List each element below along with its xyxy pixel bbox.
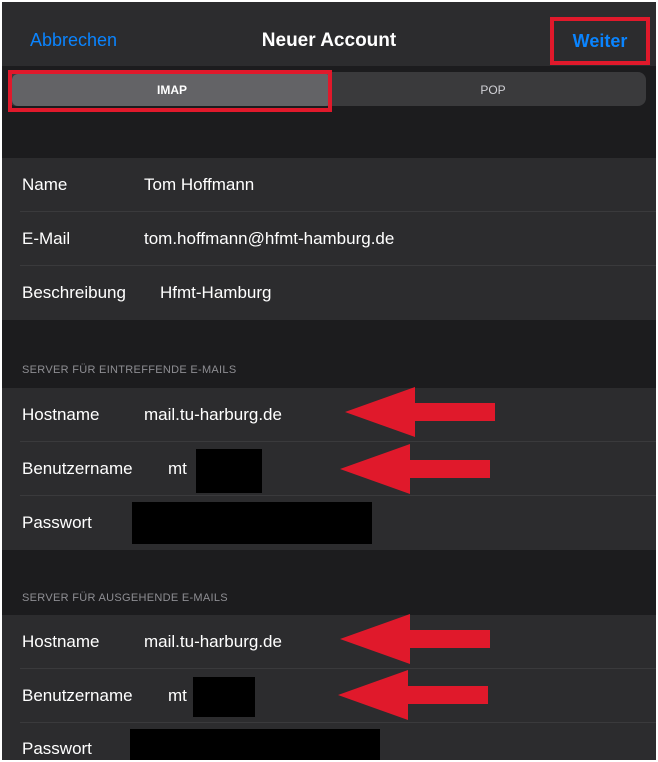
incoming-password-label: Passwort bbox=[22, 513, 92, 532]
incoming-section-header: SERVER FÜR EINTREFFENDE E-MAILS bbox=[22, 364, 237, 376]
incoming-password-field[interactable] bbox=[132, 502, 372, 544]
outgoing-section-header: SERVER FÜR AUSGEHENDE E-MAILS bbox=[22, 592, 228, 604]
navigation-bar: Abbrechen Neuer Account Weiter bbox=[0, 0, 658, 66]
next-button[interactable]: Weiter bbox=[550, 17, 650, 65]
next-button-label: Weiter bbox=[572, 30, 628, 51]
incoming-username-redaction bbox=[196, 449, 262, 493]
email-row[interactable]: E-Mail tom.hoffmann@hfmt-hamburg.de bbox=[0, 212, 658, 266]
arrow-left-icon bbox=[345, 387, 495, 437]
name-field[interactable]: Tom Hoffmann bbox=[144, 175, 254, 195]
name-row[interactable]: Name Tom Hoffmann bbox=[0, 158, 658, 212]
outgoing-username-label: Benutzername bbox=[22, 686, 133, 705]
outgoing-hostname-row[interactable]: Hostname mail.tu-harburg.de bbox=[0, 615, 658, 669]
email-label: E-Mail bbox=[22, 229, 71, 248]
outgoing-username-redaction bbox=[193, 677, 255, 717]
description-field[interactable]: Hfmt-Hamburg bbox=[160, 283, 271, 303]
outgoing-password-row[interactable]: Passwort bbox=[0, 723, 658, 762]
incoming-hostname-row[interactable]: Hostname mail.tu-harburg.de bbox=[0, 388, 658, 442]
outgoing-username-field[interactable]: mt bbox=[168, 686, 187, 706]
arrow-left-icon bbox=[338, 670, 488, 720]
email-field[interactable]: tom.hoffmann@hfmt-hamburg.de bbox=[144, 229, 394, 249]
segment-pop[interactable]: POP bbox=[344, 74, 642, 106]
incoming-password-row[interactable]: Passwort bbox=[0, 496, 658, 550]
incoming-username-field[interactable]: mt bbox=[168, 459, 187, 479]
name-label: Name bbox=[22, 175, 68, 194]
arrow-left-icon bbox=[340, 444, 490, 494]
incoming-username-row[interactable]: Benutzername mt bbox=[0, 442, 658, 496]
incoming-hostname-field[interactable]: mail.tu-harburg.de bbox=[144, 405, 282, 425]
outgoing-password-field[interactable] bbox=[130, 729, 380, 762]
outgoing-hostname-field[interactable]: mail.tu-harburg.de bbox=[144, 632, 282, 652]
segment-pop-label: POP bbox=[480, 83, 506, 97]
description-label: Beschreibung bbox=[22, 283, 126, 302]
outgoing-password-label: Passwort bbox=[22, 739, 92, 758]
arrow-left-icon bbox=[340, 614, 490, 664]
outgoing-hostname-label: Hostname bbox=[22, 632, 100, 651]
description-row[interactable]: Beschreibung Hfmt-Hamburg bbox=[0, 266, 658, 320]
new-account-screen: Abbrechen Neuer Account Weiter IMAP POP … bbox=[0, 0, 658, 762]
imap-highlight-box bbox=[8, 70, 332, 112]
incoming-hostname-label: Hostname bbox=[22, 405, 100, 424]
incoming-username-label: Benutzername bbox=[22, 459, 133, 478]
outgoing-username-row[interactable]: Benutzername mt bbox=[0, 669, 658, 723]
